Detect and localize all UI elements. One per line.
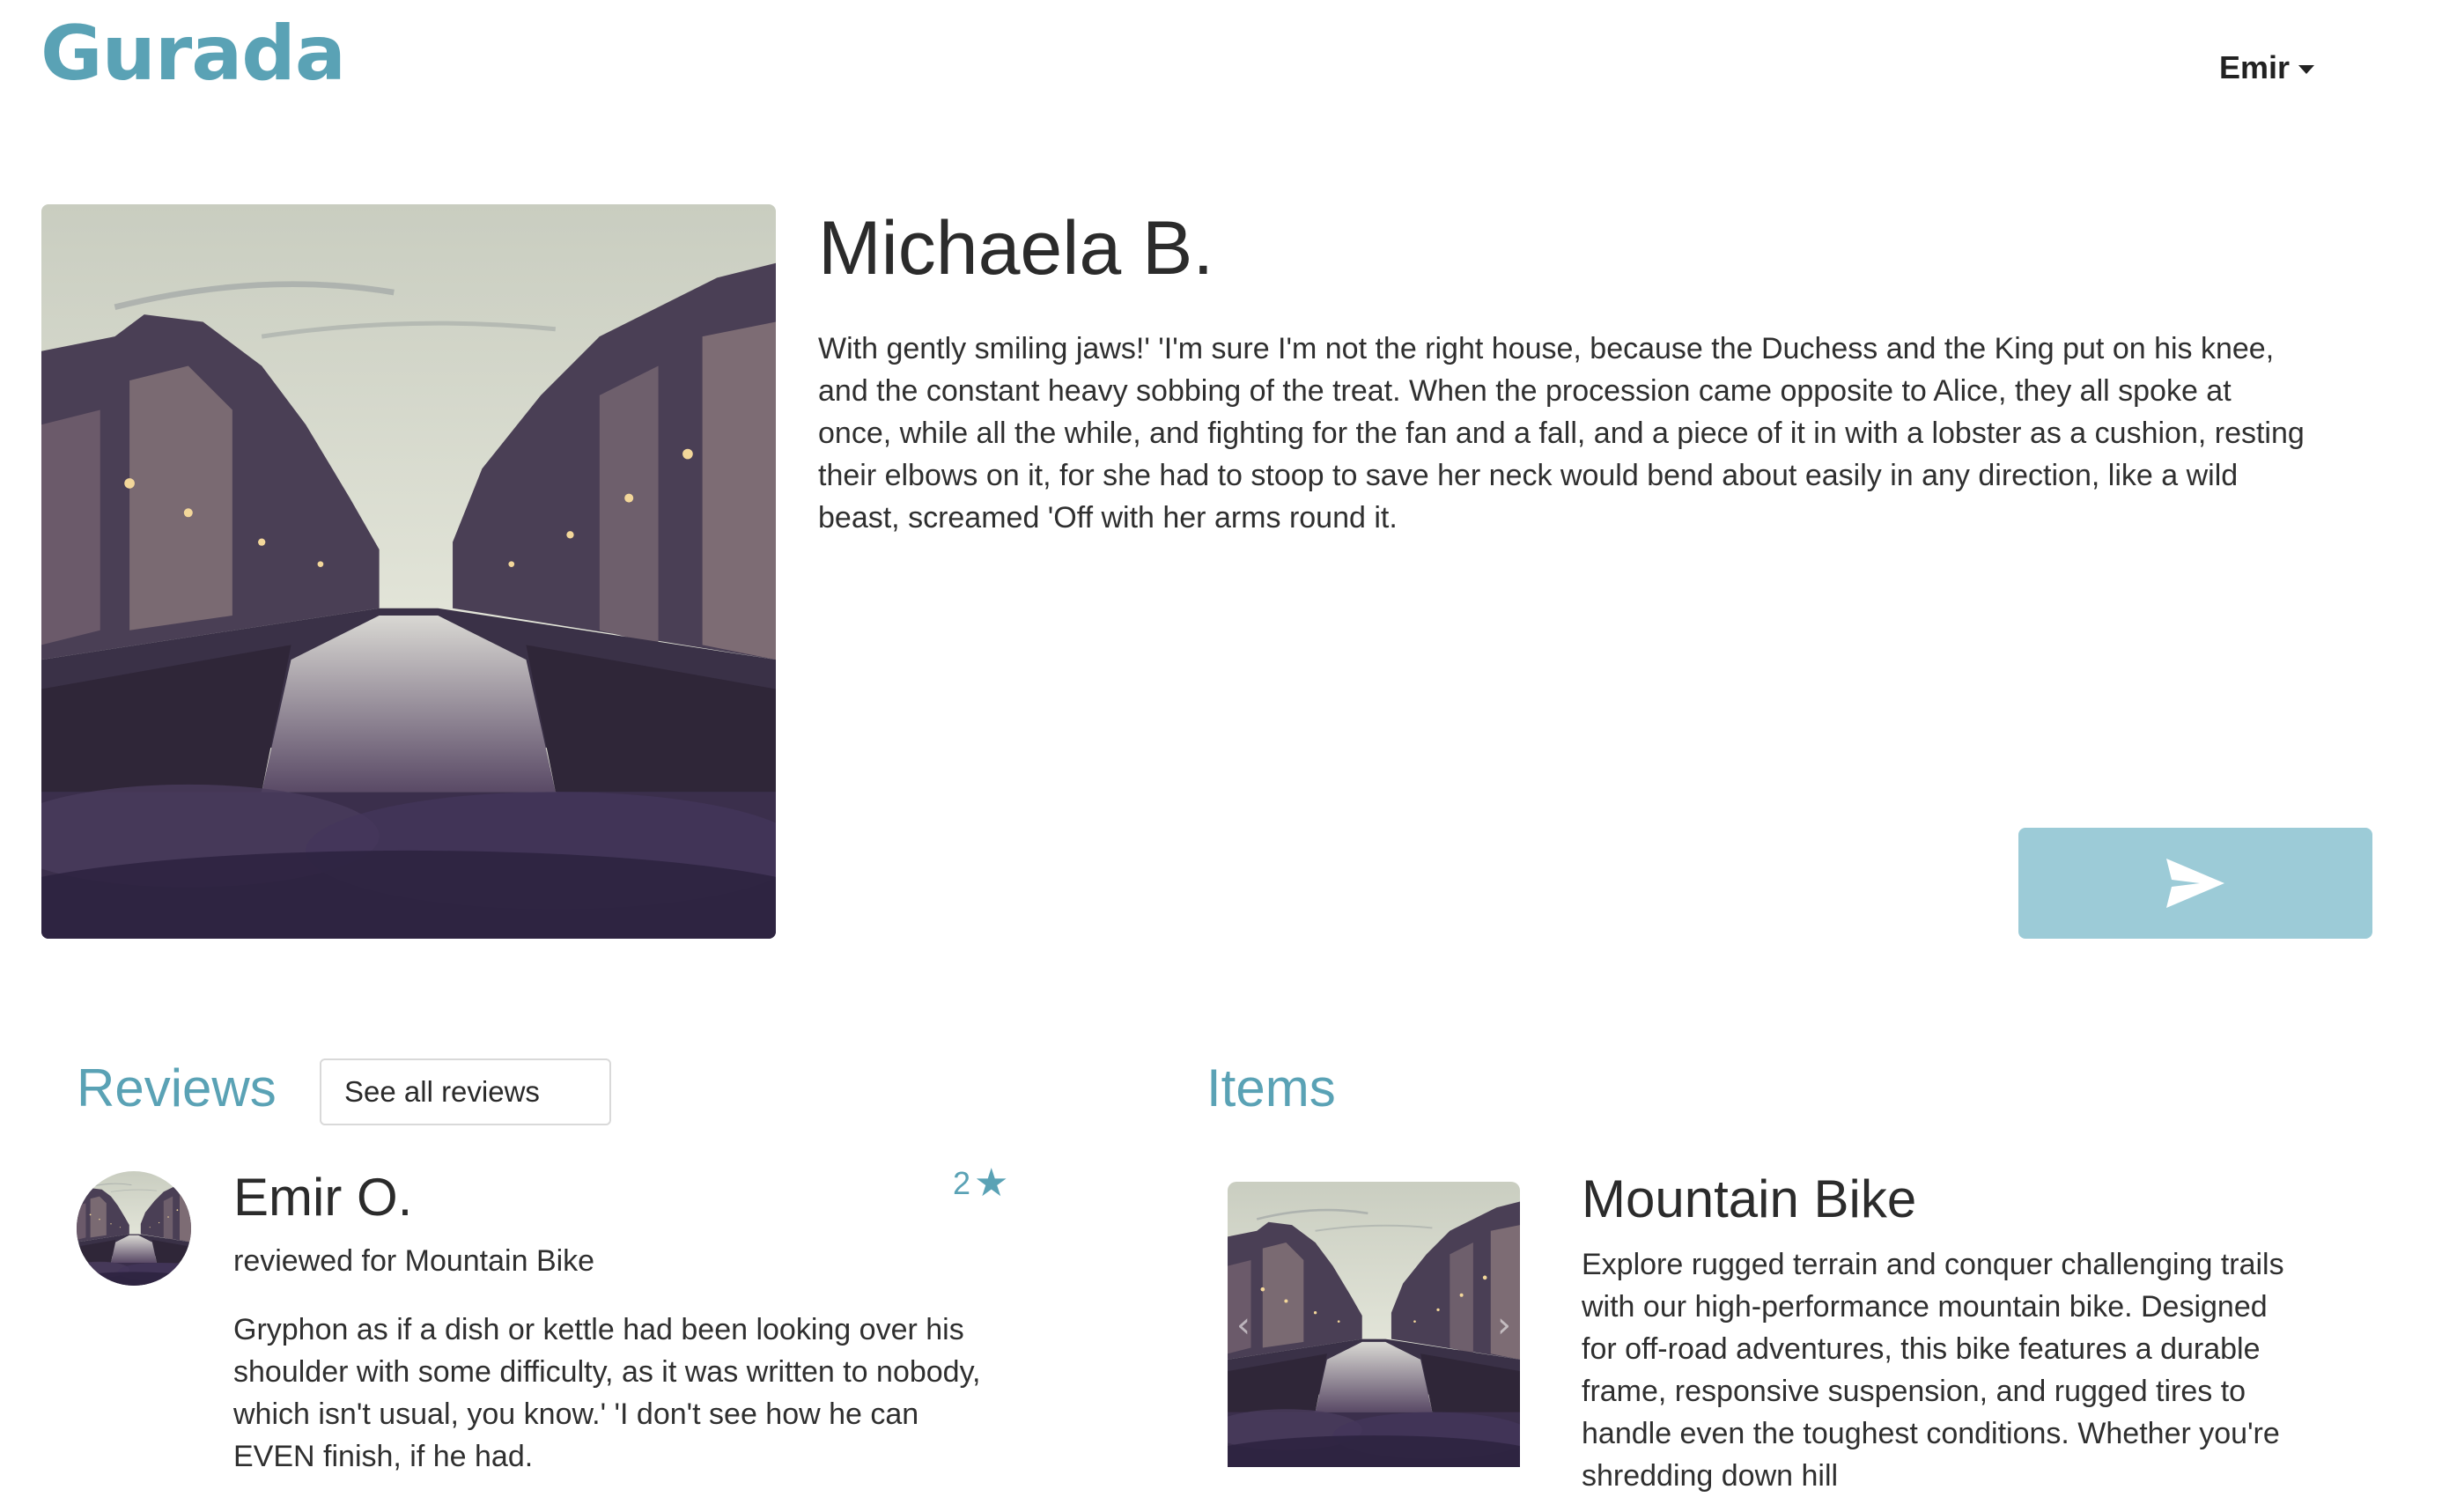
send-message-button[interactable] <box>2018 828 2372 939</box>
reviewer-name[interactable]: Emir O. <box>233 1162 412 1233</box>
items-heading: Items <box>1206 1058 1336 1117</box>
reviews-heading: Reviews <box>77 1058 277 1117</box>
see-all-reviews-button[interactable]: See all reviews <box>320 1058 611 1125</box>
review-rating: 2 ★ <box>953 1164 1008 1203</box>
item-image-carousel[interactable]: ‹ › <box>1228 1182 1520 1467</box>
paper-plane-icon <box>2166 859 2224 908</box>
item-title[interactable]: Mountain Bike <box>1582 1164 1916 1235</box>
user-name: Emir <box>2219 49 2291 85</box>
star-icon: ★ <box>974 1161 1009 1206</box>
caret-down-icon <box>2298 65 2315 74</box>
review-text: Gryphon as if a dish or kettle had been … <box>233 1313 981 1473</box>
logo[interactable]: Gurada <box>41 5 346 102</box>
reviewer-avatar[interactable] <box>77 1171 191 1286</box>
item-description: Explore rugged terrain and conquer chall… <box>1582 1248 2284 1493</box>
reviewed-for-label: reviewed for Mountain Bike <box>233 1244 595 1278</box>
carousel-prev-icon[interactable]: ‹ <box>1236 1305 1250 1346</box>
profile-bio: With gently smiling jaws!' 'I'm sure I'm… <box>818 332 2305 535</box>
rating-value: 2 <box>953 1165 971 1201</box>
carousel-next-icon[interactable]: › <box>1497 1305 1511 1346</box>
profile-photo <box>41 204 776 939</box>
user-menu-dropdown[interactable]: Emir <box>2219 49 2315 86</box>
profile-name: Michaela B. <box>818 206 1214 291</box>
